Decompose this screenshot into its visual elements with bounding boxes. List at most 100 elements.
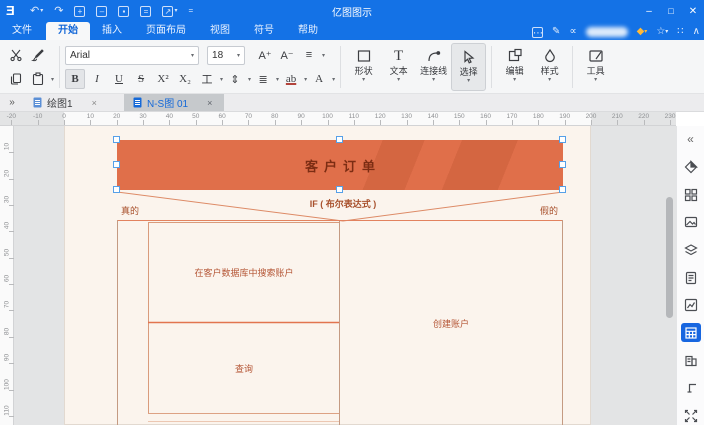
selection-handle-sw[interactable] (113, 186, 120, 193)
collapse-panel-icon[interactable]: « (681, 130, 701, 149)
highlight-button[interactable]: ab (281, 69, 301, 89)
list-dropdown-icon[interactable]: ▾ (276, 76, 279, 83)
customize-quick-access-button[interactable]: = (188, 5, 193, 17)
tools-tool-button[interactable]: 工具 ▾ (578, 43, 613, 91)
feedback-icon[interactable]: ⋯ (532, 26, 544, 39)
cell-create-account[interactable]: 创建账户 (340, 221, 562, 425)
paste-dropdown-icon[interactable]: ▾ (51, 76, 54, 83)
connector-panel-icon[interactable] (681, 379, 701, 398)
undo-dropdown-icon[interactable]: ▾ (40, 8, 43, 14)
edit-tool-button[interactable]: 编辑 ▾ (497, 43, 532, 91)
connector-tool-button[interactable]: 连接线 ▾ (416, 43, 451, 91)
maximize-button[interactable]: □ (660, 0, 682, 22)
text-effect-button[interactable]: 工 (197, 69, 217, 89)
minimize-button[interactable]: – (638, 0, 660, 22)
increase-font-button[interactable]: A⁺ (255, 45, 275, 65)
menu-home[interactable]: 开始 (46, 22, 90, 40)
page-setup-icon[interactable] (681, 268, 701, 287)
redo-button[interactable]: ↷ (54, 5, 63, 17)
mail-button[interactable]: = (140, 5, 152, 17)
menu-page-layout[interactable]: 页面布局 (134, 22, 198, 40)
select-tool-button[interactable]: 选择 ▾ (451, 43, 487, 91)
ruler-tick (643, 120, 645, 125)
ruler-label: 80 (271, 113, 279, 120)
chart-icon[interactable] (681, 296, 701, 315)
collapse-ribbon-icon[interactable]: ∧ (693, 26, 700, 38)
decrease-font-button[interactable]: A⁻ (277, 45, 297, 65)
selection-handle-w[interactable] (113, 161, 120, 168)
menu-symbols[interactable]: 符号 (242, 22, 286, 40)
cell-query[interactable]: 查询 (149, 323, 339, 413)
ruler-label: -20 (6, 113, 16, 120)
selection-handle-nw[interactable] (113, 136, 120, 143)
table-panel-icon[interactable] (680, 323, 701, 343)
tab-close-icon[interactable]: × (207, 98, 212, 108)
drawing-canvas[interactable]: 客户订单 IF ( 布尔表达式 ) 真的 假的 在客户数据库中搜索账户 查询 创… (0, 126, 676, 425)
cut-button[interactable] (6, 45, 26, 65)
pen-pointer-icon[interactable]: ✎ (552, 26, 560, 38)
bold-button[interactable]: B (65, 69, 86, 89)
style-tool-button[interactable]: 样式 ▾ (532, 43, 567, 91)
font-color-dropdown-icon[interactable]: ▾ (332, 76, 335, 83)
text-icon: T (394, 47, 404, 64)
format-painter-button[interactable] (28, 45, 48, 65)
tab-close-icon[interactable]: × (92, 98, 97, 108)
cell-search-account[interactable]: 在客户数据库中搜索账户 (149, 223, 339, 322)
vertical-scrollbar-thumb[interactable] (666, 197, 673, 318)
layers-icon[interactable] (681, 241, 701, 260)
favorite-star-icon[interactable]: ☆▾ (656, 26, 668, 38)
text-tool-button[interactable]: T 文本 ▾ (381, 43, 416, 91)
subscript-button[interactable]: X₂ (175, 69, 195, 89)
menu-help[interactable]: 帮助 (286, 22, 330, 40)
apps-grid-icon[interactable]: ∷ (677, 26, 683, 38)
user-account-blurred[interactable] (585, 27, 628, 37)
vip-diamond-icon[interactable]: ◆▾ (637, 26, 648, 38)
image-icon[interactable] (681, 213, 701, 232)
menu-file[interactable]: 文件 (0, 22, 44, 40)
selection-handle-e[interactable] (559, 161, 566, 168)
save-button[interactable]: ▪ (118, 5, 130, 17)
paste-button[interactable] (28, 69, 48, 89)
strikethrough-button[interactable]: S (131, 69, 151, 89)
text-effect-dropdown-icon[interactable]: ▾ (220, 76, 223, 83)
org-building-icon[interactable] (681, 351, 701, 370)
underline-button[interactable]: U (109, 69, 129, 89)
branch-true-label[interactable]: 真的 (121, 204, 139, 217)
copy-button[interactable] (6, 69, 26, 89)
list-button[interactable]: ≣ (253, 69, 273, 89)
font-family-select[interactable]: Arial ▾ (65, 45, 200, 65)
selection-handle-ne[interactable] (559, 136, 566, 143)
selection-handle-n[interactable] (336, 136, 343, 143)
selection-handle-s[interactable] (336, 186, 343, 193)
fit-view-icon[interactable] (681, 406, 701, 425)
export-dropdown-icon[interactable]: ▾ (174, 8, 177, 14)
menu-view[interactable]: 视图 (198, 22, 242, 40)
fill-style-icon[interactable] (681, 158, 701, 177)
symbol-library-icon[interactable] (681, 185, 701, 204)
font-size-select[interactable]: 18 ▾ (207, 45, 246, 65)
line-spacing-button[interactable]: ⇕ (225, 69, 245, 89)
menu-insert[interactable]: 插入 (90, 22, 134, 40)
close-button[interactable]: ✕ (682, 0, 704, 22)
selection-handle-se[interactable] (559, 186, 566, 193)
tab-expander-icon[interactable]: » (0, 94, 24, 111)
align-dropdown-icon[interactable]: ▾ (322, 52, 325, 59)
new-document-button[interactable]: + (74, 5, 86, 17)
font-color-button[interactable]: A (309, 69, 329, 89)
align-button[interactable]: ≡ (299, 45, 319, 65)
if-condition-label[interactable]: IF ( 布尔表达式 ) (283, 197, 403, 210)
line-spacing-dropdown-icon[interactable]: ▾ (248, 76, 251, 83)
app-logo-icon[interactable]: Ǝ (6, 4, 22, 18)
print-button[interactable]: – (96, 5, 108, 17)
branch-false-label[interactable]: 假的 (540, 204, 558, 217)
superscript-button[interactable]: X² (153, 69, 173, 89)
select-cursor-icon (461, 47, 477, 67)
tab-drawing1[interactable]: 绘图1 × (24, 94, 124, 111)
export-button[interactable]: ↗ ▾ (162, 5, 177, 17)
highlight-dropdown-icon[interactable]: ▾ (304, 76, 307, 83)
share-icon[interactable]: ∝ (569, 26, 576, 38)
italic-button[interactable]: I (87, 69, 107, 89)
tab-ns-diagram-01[interactable]: N-S图 01 × (124, 94, 224, 111)
shape-tool-button[interactable]: 形状 ▾ (346, 43, 381, 91)
undo-button[interactable]: ↶▾ (30, 5, 43, 17)
